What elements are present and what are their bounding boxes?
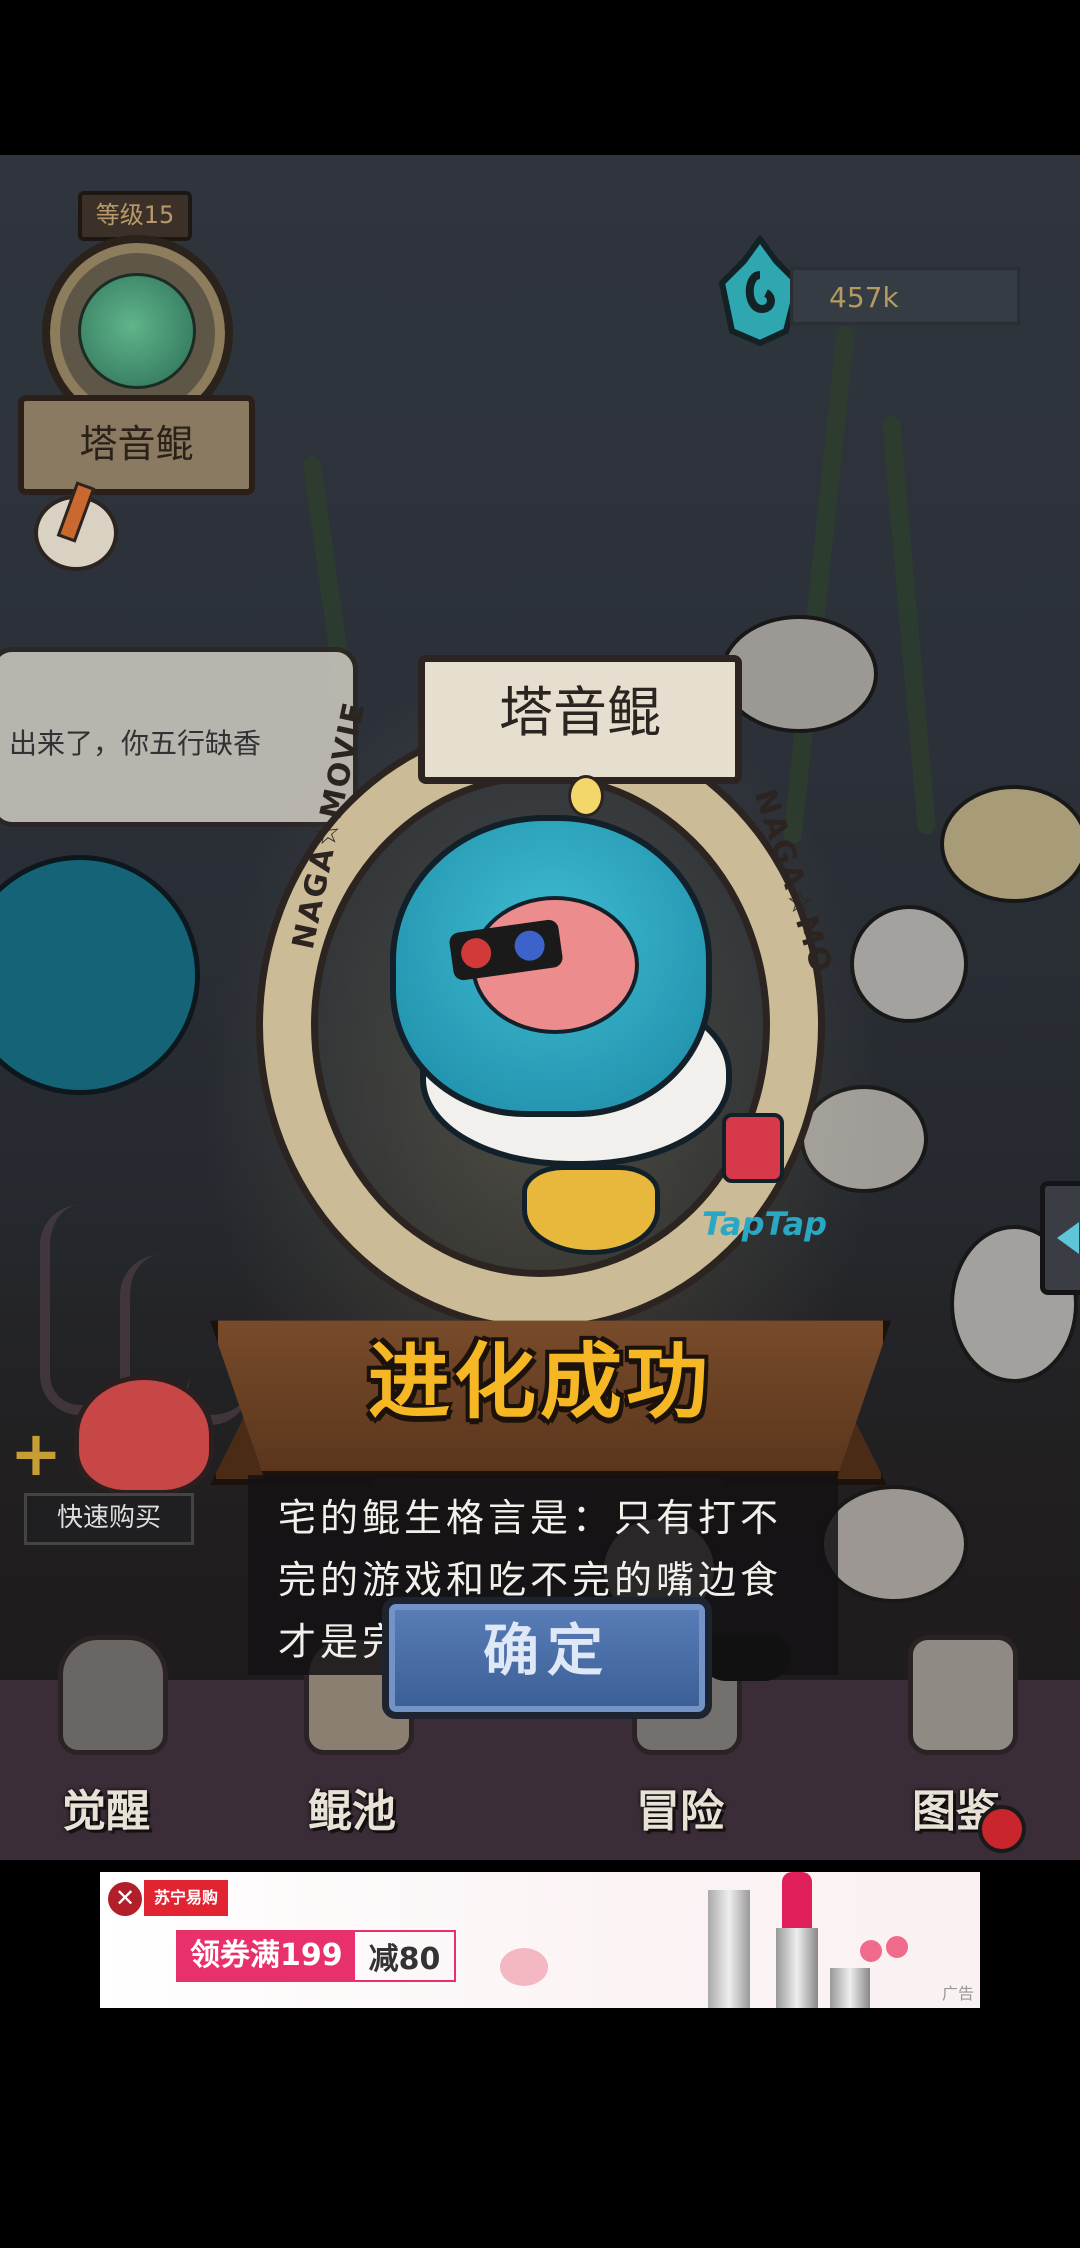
quick-buy-monster-icon[interactable]: [74, 1375, 214, 1495]
nav-label: 冒险: [636, 1786, 724, 1837]
notification-dot: [978, 1805, 1026, 1853]
ad-banner[interactable]: 苏宁易购 818 ✕ 领券满199 减80 广告: [100, 1872, 980, 2008]
soda-can-icon: [722, 1113, 784, 1183]
lightbulb-icon: [568, 775, 604, 817]
ad-promo-discount: 减80: [368, 1942, 441, 1977]
fish-avatar-icon: [78, 273, 196, 389]
evolved-fish-name: 塔音鲲: [418, 655, 742, 784]
game-screen: 等级15 塔音鲲 457k 出来了，你五行缺香 + 快速购买 觉醒 鲲池 冒险 …: [0, 155, 1080, 1860]
collection-icon: [908, 1635, 1018, 1755]
ad-tag: 广告: [941, 1984, 974, 2003]
nav-label: 觉醒: [62, 1786, 150, 1837]
lipstick-cap-image: [830, 1968, 870, 2008]
sunglasses-icon: [700, 1635, 790, 1681]
lipstick-tube-image: [776, 1928, 818, 2008]
nav-label: 鲲池: [308, 1786, 396, 1837]
ad-brand-logo: 苏宁易购 818: [144, 1880, 228, 1943]
roses-image: [860, 1936, 912, 1966]
snack-pouch-icon: [522, 1165, 660, 1255]
confirm-button[interactable]: 确定: [382, 1597, 712, 1719]
ad-close-icon[interactable]: ✕: [108, 1882, 142, 1916]
level-badge: 等级15: [78, 191, 192, 241]
ad-promo-coupon: 领券满199: [178, 1932, 355, 1980]
currency-counter: 457k: [790, 267, 1020, 325]
taptap-logo: TapTap: [702, 1205, 828, 1243]
nav-collection[interactable]: 图鉴: [866, 1635, 1046, 1837]
lipstick-bullet-image: [782, 1872, 812, 1928]
awaken-icon: [58, 1635, 168, 1755]
lipstick-image: [708, 1890, 750, 2008]
fish-name-plaque: 塔音鲲: [18, 395, 255, 495]
ad-promo: 领券满199 减80: [176, 1930, 457, 1982]
side-arrow-button[interactable]: [1040, 1181, 1080, 1295]
plus-icon[interactable]: +: [10, 1417, 62, 1490]
evolution-success-title: 进化成功: [367, 1335, 712, 1430]
arrow-left-icon: [1057, 1222, 1079, 1254]
petal-image: [500, 1948, 548, 1986]
quick-buy-button[interactable]: 快速购买: [24, 1493, 194, 1545]
nav-awaken[interactable]: 觉醒: [16, 1635, 196, 1837]
evolved-fish-character: [390, 815, 712, 1117]
